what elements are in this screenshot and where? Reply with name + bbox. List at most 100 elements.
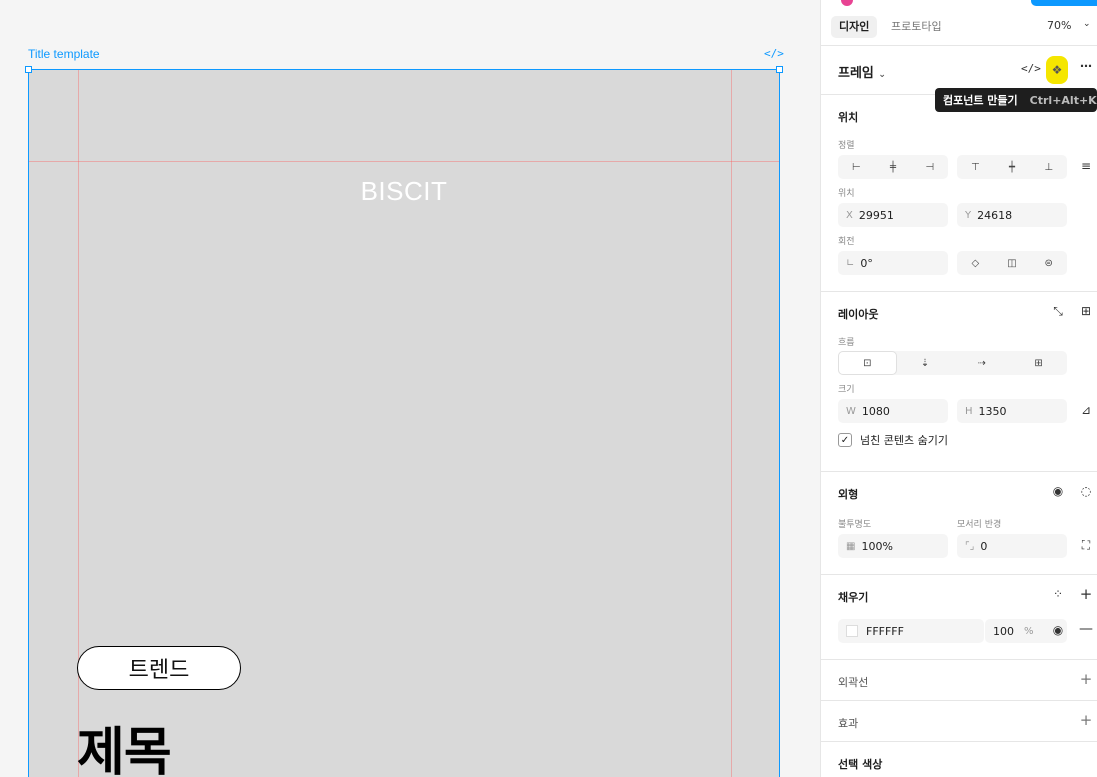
fill-section: 채우기 ⁘ + FFFFFF 100 % ◉ — <box>821 575 1097 660</box>
x-value: 29951 <box>858 208 894 222</box>
properties-panel: 디자인 프로토타입 70% ⌄ 프레임 ⌄ </> ⋯ 위치 정렬 ⊢ ╪ ⊣ … <box>820 0 1097 777</box>
fill-opacity-value: 100 <box>993 624 1014 638</box>
resize-handle-top-right[interactable] <box>776 66 783 73</box>
title-template-frame[interactable]: BISCIT 트렌드 제목 <box>28 69 780 777</box>
flow-freeform-icon[interactable]: ⊡ <box>838 351 897 375</box>
horizontal-align-group: ⊢ ╪ ⊣ <box>838 155 948 179</box>
position-section: 위치 정렬 ⊢ ╪ ⊣ ⊤ ┿ ⊥ ≡ 위치 X 29951 Y 24618 회… <box>821 95 1097 292</box>
position-title: 위치 <box>838 111 859 124</box>
selection-colors-section: 선택 색상 <box>821 742 1097 777</box>
title-text[interactable]: 제목 <box>77 710 172 777</box>
add-effect-icon[interactable]: + <box>1077 711 1095 729</box>
flow-horizontal-icon[interactable]: ⇢ <box>954 351 1011 375</box>
flow-segmented-control: ⊡ ⇣ ⇢ ⊞ <box>838 351 1067 375</box>
flip-vertical-icon[interactable]: ⊜ <box>1030 251 1067 275</box>
tag-pill[interactable]: 트렌드 <box>77 646 241 690</box>
rotate-icon[interactable]: ◇ <box>957 251 994 275</box>
canvas[interactable]: Title template </> BISCIT 트렌드 제목 <box>0 0 820 777</box>
frame-name-label[interactable]: Title template <box>28 47 100 61</box>
fill-title: 채우기 <box>838 591 869 604</box>
x-field[interactable]: X 29951 <box>838 203 948 227</box>
w-value: 1080 <box>861 404 890 418</box>
more-options-icon[interactable]: ⋯ <box>1077 59 1095 73</box>
layout-section: 레이아웃 ⤡ ⊞ 흐름 ⊡ ⇣ ⇢ ⊞ 크기 W 1080 H 1350 ⊿ ✓… <box>821 292 1097 472</box>
opacity-icon: ▦ <box>846 540 856 552</box>
x-prefix: X <box>846 209 853 221</box>
align-center-h-icon[interactable]: ╪ <box>875 155 912 179</box>
zoom-level[interactable]: 70% <box>1047 19 1071 32</box>
flip-horizontal-icon[interactable]: ◫ <box>994 251 1031 275</box>
chevron-down-icon[interactable]: ⌄ <box>1083 19 1091 29</box>
flow-grid-icon[interactable]: ⊞ <box>1010 351 1067 375</box>
collapse-icon[interactable]: ⤡ <box>1049 304 1067 319</box>
opacity-field[interactable]: ▦ 100% <box>838 534 948 558</box>
y-field[interactable]: Y 24618 <box>957 203 1067 227</box>
rotation-field[interactable]: ∟ 0° <box>838 251 948 275</box>
radius-label: 모서리 반경 <box>957 520 1002 530</box>
eye-icon[interactable]: ◉ <box>1049 484 1067 498</box>
rotation-label: 회전 <box>838 237 855 247</box>
tab-prototype[interactable]: 프로토타입 <box>883 16 950 38</box>
add-stroke-icon[interactable]: + <box>1077 670 1095 688</box>
brand-text[interactable]: BISCIT <box>29 176 779 207</box>
frame-heading: 프레임 <box>838 66 874 81</box>
code-icon[interactable]: </> <box>1021 62 1041 75</box>
eye-icon[interactable]: ◉ <box>1049 623 1067 637</box>
color-swatch[interactable] <box>846 625 858 637</box>
height-field[interactable]: H 1350 <box>957 399 1067 423</box>
tab-design[interactable]: 디자인 <box>831 16 878 38</box>
align-bottom-icon[interactable]: ⊥ <box>1030 155 1067 179</box>
remove-fill-icon[interactable]: — <box>1077 621 1095 637</box>
independent-corners-icon[interactable]: ⛶ <box>1077 538 1095 553</box>
styles-grid-icon[interactable]: ⁘ <box>1049 587 1067 601</box>
tooltip: 컴포넌트 만들기 Ctrl+Alt+K <box>935 88 1097 112</box>
corner-radius-field[interactable]: ⌜⌟ 0 <box>957 534 1067 558</box>
align-top-icon[interactable]: ⊤ <box>957 155 994 179</box>
create-component-icon[interactable]: ❖ <box>1046 56 1068 84</box>
layout-guide-top <box>29 161 779 162</box>
h-prefix: H <box>965 405 973 417</box>
distribute-icon[interactable]: ≡ <box>1077 159 1095 173</box>
dev-mode-code-icon[interactable]: </> <box>764 47 784 61</box>
transform-group: ◇ ◫ ⊜ <box>957 251 1067 275</box>
w-prefix: W <box>846 405 856 417</box>
chevron-down-icon: ⌄ <box>878 70 886 80</box>
checkbox-checked-icon[interactable]: ✓ <box>838 433 852 447</box>
avatar[interactable] <box>841 0 853 6</box>
fill-color-field[interactable]: FFFFFF <box>838 619 984 643</box>
align-right-icon[interactable]: ⊣ <box>911 155 948 179</box>
h-value: 1350 <box>978 404 1007 418</box>
flow-label: 흐름 <box>838 338 855 348</box>
y-prefix: Y <box>965 209 972 221</box>
fill-hex-value: FFFFFF <box>866 624 904 638</box>
add-fill-icon[interactable]: + <box>1077 585 1095 603</box>
align-label: 정렬 <box>838 141 855 151</box>
tooltip-shortcut: Ctrl+Alt+K <box>1029 93 1097 107</box>
resize-to-fit-icon[interactable]: ⊿ <box>1077 403 1095 417</box>
opacity-label: 불투명도 <box>838 520 872 530</box>
share-button[interactable] <box>1031 0 1097 6</box>
vertical-align-group: ⊤ ┿ ⊥ <box>957 155 1067 179</box>
tag-pill-text: 트렌드 <box>128 658 190 683</box>
clip-content-label: 넘친 콘텐츠 숨기기 <box>860 434 948 447</box>
panel-header: 디자인 프로토타입 70% ⌄ <box>821 0 1097 46</box>
percent-sign: % <box>1024 625 1034 637</box>
selection-colors-title: 선택 색상 <box>838 758 883 771</box>
flow-vertical-icon[interactable]: ⇣ <box>897 351 954 375</box>
align-left-icon[interactable]: ⊢ <box>838 155 875 179</box>
effects-section: 효과 + <box>821 701 1097 742</box>
rotation-value: 0° <box>860 256 873 270</box>
size-label: 크기 <box>838 385 855 395</box>
effects-title: 효과 <box>838 717 859 730</box>
blend-mode-icon[interactable]: ◌ <box>1077 484 1095 498</box>
frame-type-dropdown[interactable]: 프레임 ⌄ <box>838 62 886 81</box>
clip-content-toggle[interactable]: ✓ 넘친 콘텐츠 숨기기 <box>838 432 948 448</box>
resize-handle-top-left[interactable] <box>25 66 32 73</box>
width-field[interactable]: W 1080 <box>838 399 948 423</box>
align-middle-v-icon[interactable]: ┿ <box>994 155 1031 179</box>
stroke-title: 외곽선 <box>838 676 869 689</box>
auto-layout-icon[interactable]: ⊞ <box>1077 304 1095 318</box>
position-label: 위치 <box>838 189 855 199</box>
radius-value: 0 <box>980 539 988 553</box>
opacity-value: 100% <box>861 539 893 553</box>
